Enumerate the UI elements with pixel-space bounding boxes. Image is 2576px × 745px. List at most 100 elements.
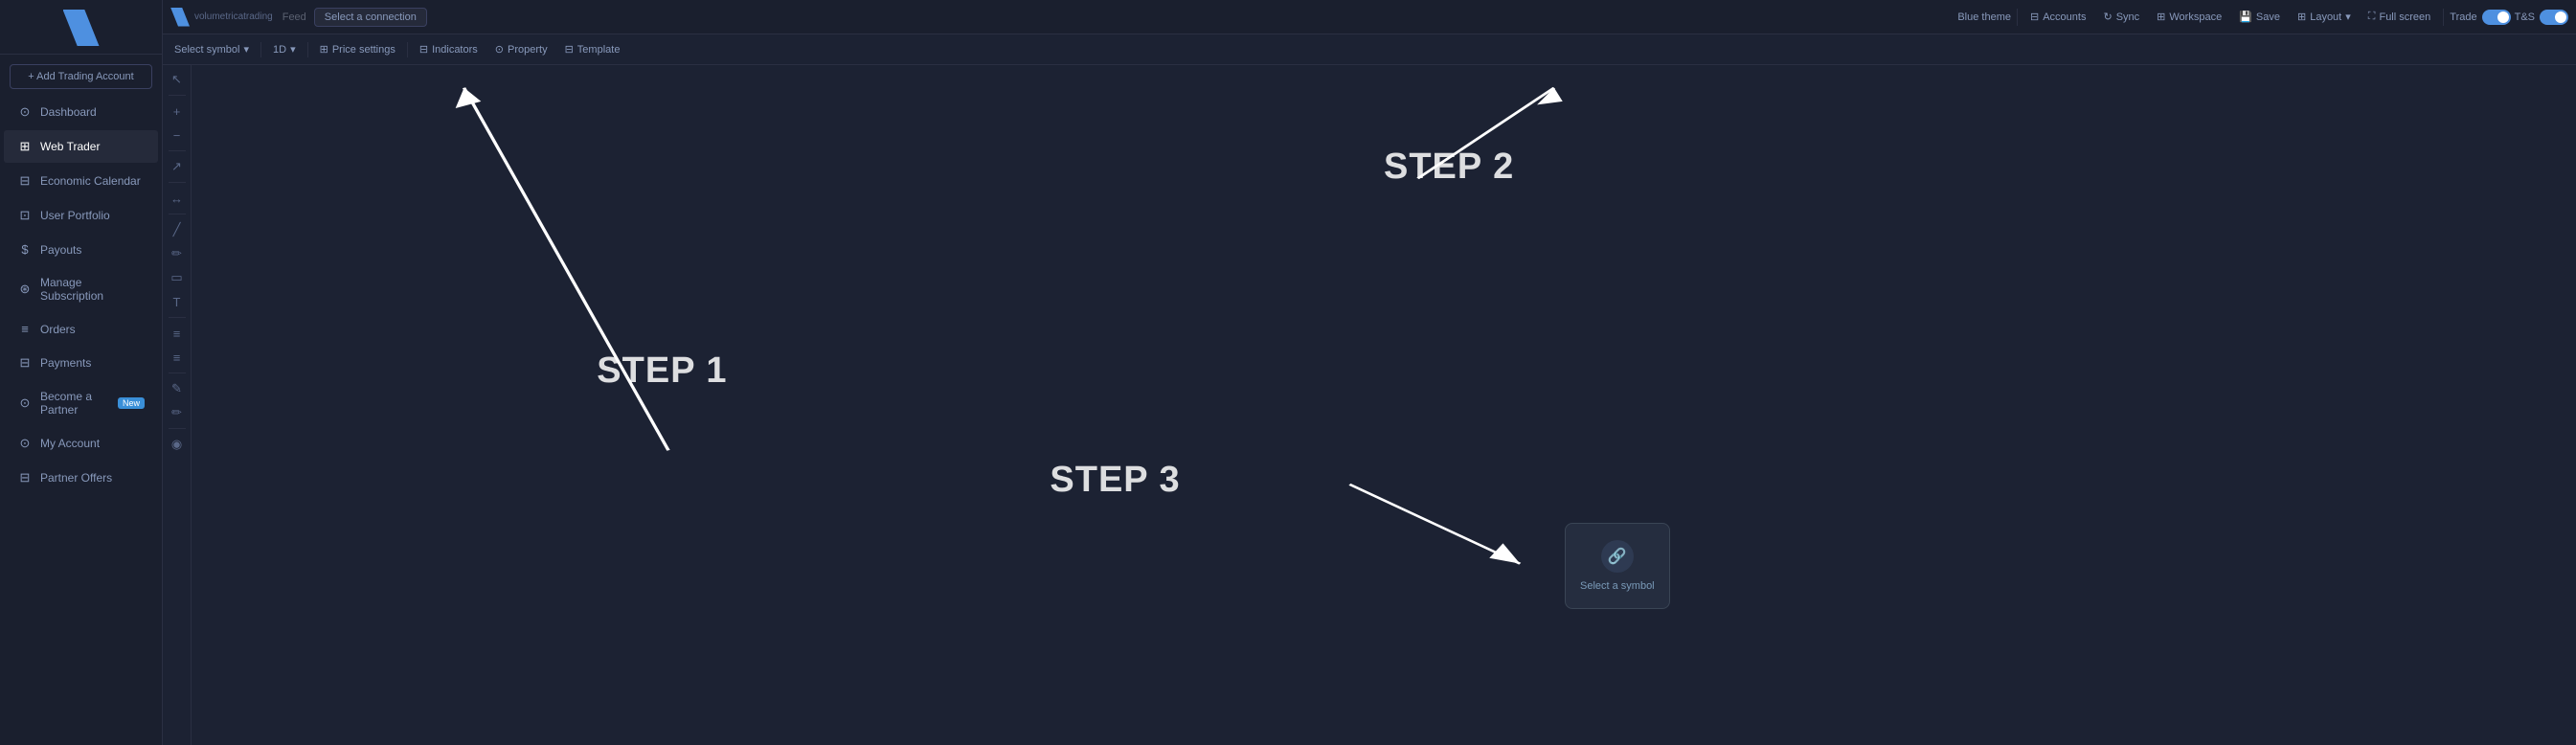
rect-tool[interactable]: ▭ — [167, 267, 188, 288]
separator — [169, 428, 186, 429]
sidebar-item-label: Payments — [40, 356, 91, 370]
chart-toolbar: Select symbol ▾ 1D ▾ ⊞ Price settings ⊟ … — [163, 34, 2576, 65]
blue-theme-label: Blue theme — [1957, 11, 2011, 23]
accounts-label: Accounts — [2043, 11, 2086, 23]
price-settings-button[interactable]: ⊞ Price settings — [312, 40, 403, 58]
erase-tool[interactable]: ✏ — [167, 402, 188, 423]
pointer-tool[interactable]: ↗ — [167, 156, 188, 177]
save-label: Save — [2256, 11, 2280, 23]
property-icon: ⊙ — [495, 43, 504, 56]
accounts-icon: ⊟ — [2030, 11, 2039, 23]
feed-label: Feed — [282, 11, 306, 23]
step2-label: STEP 2 — [1384, 147, 1514, 188]
sidebar-item-web-trader[interactable]: ⊞ Web Trader — [4, 130, 158, 163]
orders-icon: ≡ — [17, 322, 33, 336]
sidebar-item-label: Dashboard — [40, 105, 97, 119]
sidebar-item-payouts[interactable]: $ Payouts — [4, 234, 158, 265]
separator — [407, 42, 408, 57]
sync-button[interactable]: ↻ Sync — [2096, 8, 2146, 26]
cursor-tool[interactable]: ↖ — [167, 69, 188, 90]
logo-icon — [63, 10, 100, 46]
line-tool[interactable]: ╱ — [167, 219, 188, 240]
indicators-icon: ⊟ — [419, 43, 428, 56]
arrows-svg — [192, 65, 2576, 745]
chevron-down-icon: ▾ — [290, 43, 296, 56]
interval-button[interactable]: 1D ▾ — [265, 40, 304, 58]
zoom-out-tool[interactable]: − — [167, 124, 188, 146]
interval-label: 1D — [273, 44, 286, 56]
fullscreen-button[interactable]: ⛶ Full screen — [2361, 8, 2438, 26]
sidebar-item-label: Partner Offers — [40, 471, 112, 485]
top-bar: volumetricatrading Feed Select a connect… — [163, 0, 2576, 34]
trade-toggle[interactable] — [2482, 10, 2511, 25]
separator — [307, 42, 308, 57]
sidebar-item-dashboard[interactable]: ⊙ Dashboard — [4, 96, 158, 128]
web-trader-icon: ⊞ — [17, 139, 33, 154]
select-connection-button[interactable]: Select a connection — [314, 8, 427, 27]
sidebar-item-label: Manage Subscription — [40, 276, 145, 303]
property-button[interactable]: ⊙ Property — [487, 40, 555, 58]
ts-label: T&S — [2515, 11, 2535, 23]
sidebar-item-partner-offers[interactable]: ⊟ Partner Offers — [4, 462, 158, 494]
text-tool[interactable]: T — [167, 291, 188, 312]
my-account-icon: ⊙ — [17, 436, 33, 451]
sidebar-item-label: My Account — [40, 437, 100, 450]
separator2 — [2443, 9, 2444, 26]
brand-name: volumetricatrading — [194, 11, 273, 22]
top-bar-left: volumetricatrading Feed Select a connect… — [170, 8, 1957, 27]
sync-label: Sync — [2116, 11, 2139, 23]
sidebar-item-label: Orders — [40, 323, 76, 336]
link-icon: 🔗 — [1601, 540, 1634, 573]
sidebar: + Add Trading Account ⊙ Dashboard ⊞ Web … — [0, 0, 163, 745]
sidebar-item-payments[interactable]: ⊟ Payments — [4, 347, 158, 379]
select-symbol-button[interactable]: Select symbol ▾ — [167, 40, 257, 58]
draw-tool[interactable]: ✏ — [167, 243, 188, 264]
fullscreen-label: Full screen — [2379, 11, 2430, 23]
separator — [169, 95, 186, 96]
separator — [169, 182, 186, 183]
eye-tool[interactable]: ◉ — [167, 434, 188, 455]
payments-icon: ⊟ — [17, 355, 33, 371]
sidebar-item-orders[interactable]: ≡ Orders — [4, 313, 158, 345]
sidebar-item-my-account[interactable]: ⊙ My Account — [4, 427, 158, 460]
template-button[interactable]: ⊟ Template — [557, 40, 628, 58]
accounts-button[interactable]: ⊟ Accounts — [2023, 8, 2092, 26]
select-symbol-card[interactable]: 🔗 Select a symbol — [1565, 523, 1670, 609]
sidebar-item-become-partner[interactable]: ⊙ Become a Partner New — [4, 381, 158, 425]
become-partner-icon: ⊙ — [17, 395, 33, 411]
indicators-button[interactable]: ⊟ Indicators — [412, 40, 486, 58]
property-label: Property — [508, 44, 548, 56]
annotate-tool[interactable]: ✎ — [167, 378, 188, 399]
pan-tool[interactable]: ↔ — [167, 188, 188, 209]
zoom-in-tool[interactable]: + — [167, 101, 188, 122]
separator — [260, 42, 261, 57]
chevron-down-icon: ▾ — [243, 43, 249, 56]
save-icon: 💾 — [2239, 11, 2252, 23]
workspace-button[interactable]: ⊞ Workspace — [2150, 8, 2228, 26]
price-settings-label: Price settings — [332, 44, 395, 56]
trade-label: Trade — [2450, 11, 2476, 23]
economic-calendar-icon: ⊟ — [17, 173, 33, 189]
sidebar-item-user-portfolio[interactable]: ⊡ User Portfolio — [4, 199, 158, 232]
measure2-tool[interactable]: ≡ — [167, 347, 188, 368]
sidebar-item-label: Economic Calendar — [40, 174, 141, 188]
sidebar-item-label: Become a Partner — [40, 390, 106, 417]
sidebar-item-manage-subscription[interactable]: ⊛ Manage Subscription — [4, 267, 158, 311]
workspace-icon: ⊞ — [2157, 11, 2165, 23]
separator — [169, 150, 186, 151]
sidebar-item-economic-calendar[interactable]: ⊟ Economic Calendar — [4, 165, 158, 197]
select-symbol-text: Select a symbol — [1580, 580, 1655, 592]
ts-toggle[interactable] — [2540, 10, 2568, 25]
partner-offers-icon: ⊟ — [17, 470, 33, 485]
template-icon: ⊟ — [565, 43, 574, 56]
chart-canvas: STEP 1 STEP 2 STEP 3 🔗 Select a symbol — [192, 65, 2576, 745]
measure-tool[interactable]: ≡ — [167, 323, 188, 344]
add-trading-account-button[interactable]: + Add Trading Account — [10, 64, 152, 89]
layout-button[interactable]: ⊞ Layout ▾ — [2291, 8, 2358, 26]
chevron-down-icon: ▾ — [2345, 11, 2351, 23]
separator — [2017, 9, 2018, 26]
save-button[interactable]: 💾 Save — [2232, 8, 2287, 26]
steps-overlay: STEP 1 STEP 2 STEP 3 — [192, 65, 2576, 745]
sync-icon: ↻ — [2103, 11, 2112, 23]
app-container: + Add Trading Account ⊙ Dashboard ⊞ Web … — [0, 0, 2576, 745]
